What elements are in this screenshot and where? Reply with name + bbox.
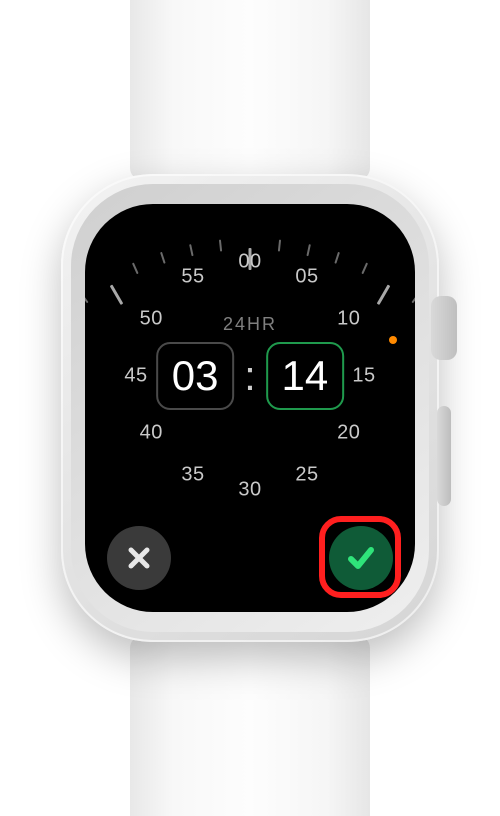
dial-number: 55	[181, 266, 204, 289]
tick-minor	[278, 239, 281, 251]
tick-major	[110, 284, 124, 305]
tick-minor	[334, 252, 340, 264]
tick-minor	[160, 252, 166, 264]
dial-number: 15	[352, 365, 375, 388]
cancel-button[interactable]	[107, 526, 171, 590]
confirm-button[interactable]	[329, 526, 393, 590]
dial-number: 10	[337, 308, 360, 331]
tick-minor	[219, 239, 222, 251]
watch-screen: 00 05 10 15 20 25 30 35 40 45 50 55 24HR 03 : 14	[85, 204, 415, 612]
dial-number: 25	[295, 463, 318, 486]
watch-case: 00 05 10 15 20 25 30 35 40 45 50 55 24HR 03 : 14	[61, 174, 439, 642]
dial-number: 05	[295, 266, 318, 289]
minute-field[interactable]: 14	[266, 342, 344, 410]
dial-number: 45	[124, 365, 147, 388]
dial-number: 40	[140, 422, 163, 445]
tick-minor	[361, 262, 368, 274]
time-separator: :	[244, 352, 256, 400]
dial-number: 20	[337, 422, 360, 445]
tick-minor	[306, 244, 310, 256]
hour-field[interactable]: 03	[156, 342, 234, 410]
time-format-label: 24HR	[223, 314, 277, 335]
watch-band-bottom	[130, 636, 370, 816]
tick-minor	[85, 292, 89, 303]
tick-major	[377, 284, 391, 305]
tick-minor	[411, 292, 415, 303]
watch-band-top	[130, 0, 370, 180]
close-icon	[125, 544, 153, 572]
side-button[interactable]	[437, 406, 451, 506]
dial-number: 00	[238, 251, 261, 274]
check-icon	[343, 540, 379, 576]
time-picker: 03 : 14	[156, 342, 344, 410]
dial-number: 35	[181, 463, 204, 486]
digital-crown[interactable]	[431, 296, 457, 360]
tick-minor	[132, 262, 139, 274]
tick-minor	[189, 244, 193, 256]
time-dial: 00 05 10 15 20 25 30 35 40 45 50 55 24HR 03 : 14	[100, 226, 400, 526]
dial-number: 30	[238, 479, 261, 502]
dial-number: 50	[140, 308, 163, 331]
